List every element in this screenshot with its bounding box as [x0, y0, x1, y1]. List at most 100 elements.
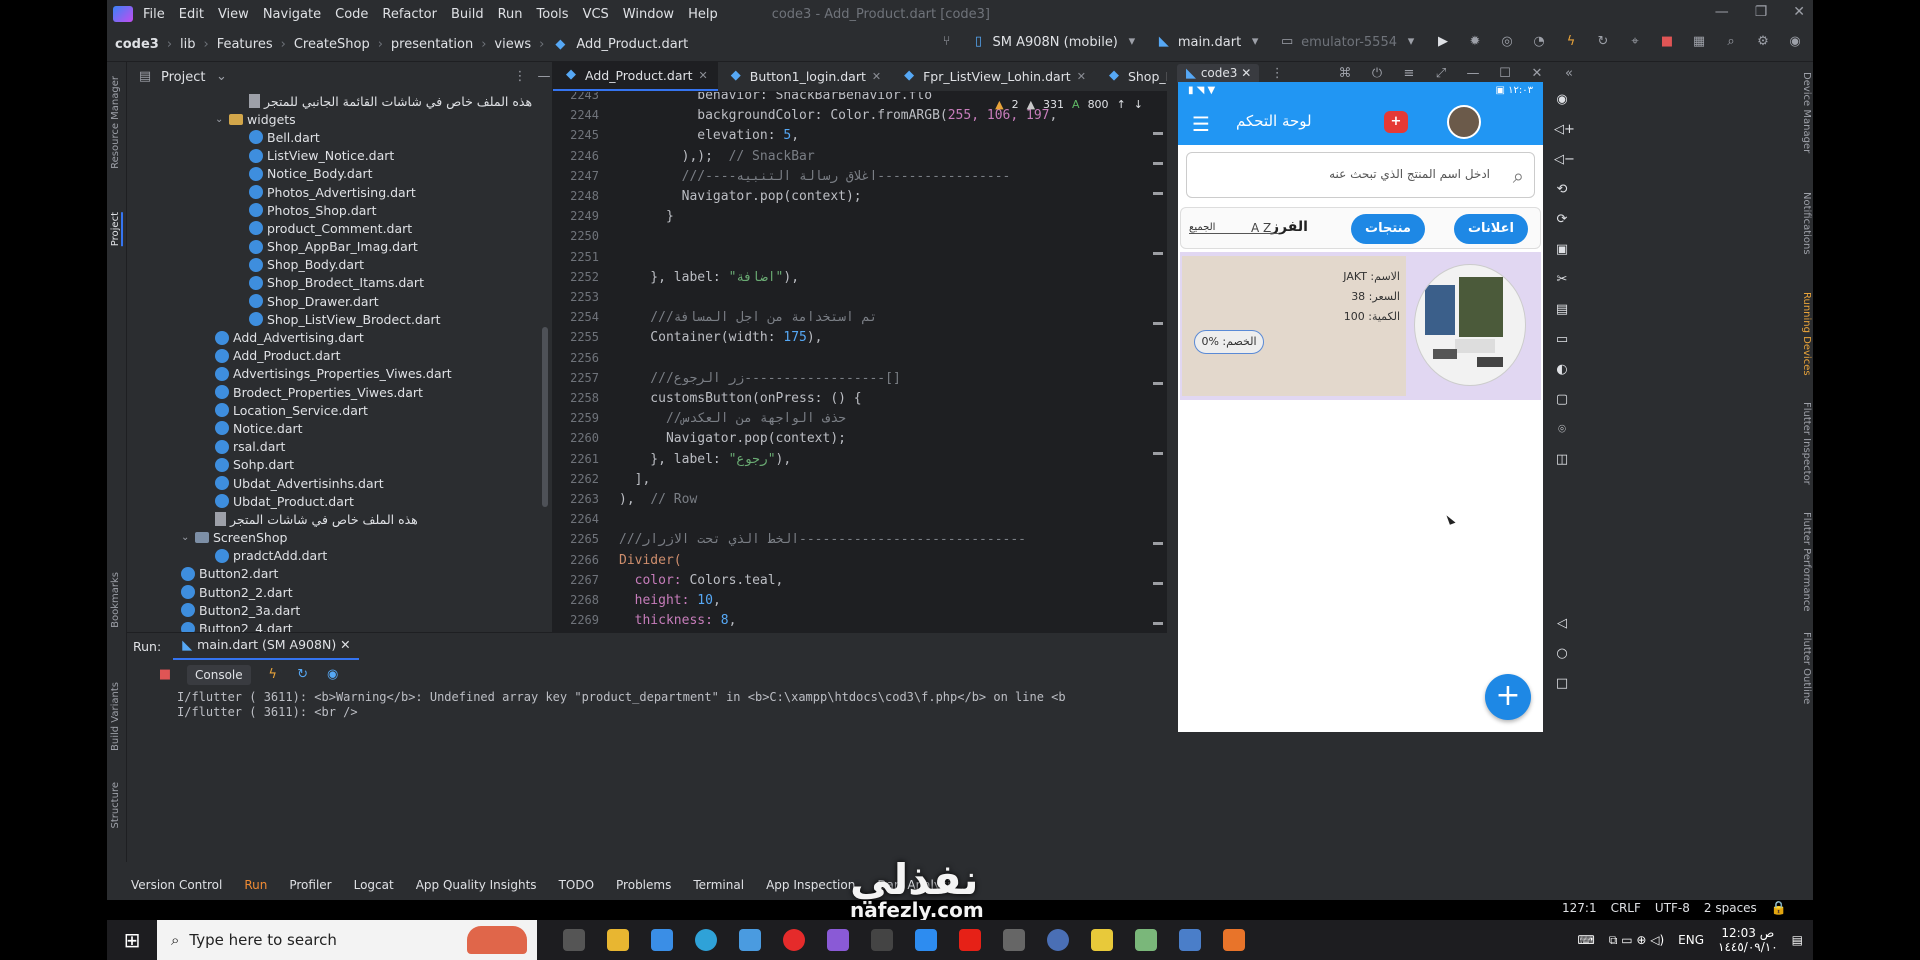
language-indicator[interactable]: ENG — [1678, 933, 1704, 947]
console-output[interactable]: I/flutter ( 3611): <b>Warning</b>: Undef… — [127, 690, 1167, 720]
overview-icon[interactable]: □ — [1554, 676, 1570, 692]
close-tab-icon[interactable]: ✕ — [699, 69, 708, 82]
code-line[interactable]: ], — [619, 472, 651, 487]
expand-arrow-icon[interactable]: ⌄ — [181, 532, 195, 543]
scroll-marker[interactable] — [1153, 542, 1163, 545]
console-tab[interactable]: Console — [187, 665, 251, 685]
tree-item[interactable]: Shop_Brodect_Itams.dart — [127, 274, 552, 292]
app-inspection-tab[interactable]: App Inspection — [766, 878, 855, 892]
structure-tab[interactable]: Structure — [110, 782, 121, 829]
menu-icon[interactable]: ≡ — [1401, 66, 1417, 82]
hot-reload-icon[interactable]: ϟ — [265, 667, 281, 683]
rotate-left-icon[interactable]: ⟲ — [1554, 182, 1570, 198]
debug-icon[interactable]: ✹ — [1467, 34, 1483, 50]
code-line[interactable]: behavior: SnackBarBehavior.flo — [619, 92, 932, 103]
scroll-marker[interactable] — [1153, 582, 1163, 585]
build-variants-tab[interactable]: Build Variants — [110, 682, 121, 751]
problems-tab[interactable]: Problems — [616, 878, 671, 892]
scroll-marker[interactable] — [1153, 322, 1163, 325]
flutter-outline-tab[interactable]: Flutter Outline — [1801, 632, 1812, 704]
hide-panel-icon[interactable]: — — [536, 69, 552, 85]
ads-chip[interactable]: اعلانات — [1454, 214, 1528, 244]
arrow-up-icon[interactable]: ↑ — [1117, 98, 1126, 111]
scroll-marker[interactable] — [1153, 252, 1163, 255]
rotate-right-icon[interactable]: ⟳ — [1554, 212, 1570, 228]
zoom-icon[interactable] — [915, 929, 937, 951]
todo-tab[interactable]: TODO — [559, 878, 594, 892]
tree-item[interactable]: ⌄ ScreenShop — [127, 529, 552, 547]
code-line[interactable]: //حذف الواجهة من العكدس — [619, 411, 846, 426]
editor-tab[interactable]: ◆ Button1_login.dart ✕ — [718, 62, 891, 91]
profile-icon[interactable]: ◔ — [1531, 34, 1547, 50]
minimize-icon[interactable]: — — [1715, 4, 1729, 20]
app-icon[interactable] — [1003, 929, 1025, 951]
tree-item[interactable]: Button2_3a.dart — [127, 601, 552, 619]
tree-item[interactable]: Add_Product.dart — [127, 347, 552, 365]
menu-view[interactable]: View — [218, 7, 249, 22]
breadcrumb-features[interactable]: Features — [217, 37, 273, 52]
run-icon[interactable]: ▶ — [1435, 34, 1451, 50]
indent-setting[interactable]: 2 spaces — [1704, 901, 1757, 917]
close-icon[interactable]: ✕ — [1793, 4, 1805, 20]
tree-item[interactable]: Ubdat_Product.dart — [127, 492, 552, 510]
tree-item[interactable]: Button2.dart — [127, 565, 552, 583]
editor-tab[interactable]: ◆ Add_Product.dart ✕ — [553, 62, 718, 91]
hot-reload-icon[interactable]: ϟ — [1563, 34, 1579, 50]
location-icon[interactable]: ⌾ — [1554, 422, 1570, 438]
code-line[interactable]: }, label: "اضافة"), — [619, 270, 799, 285]
layout-icon[interactable]: ▤ — [1554, 302, 1570, 318]
tree-item[interactable]: ⌄ widgets — [127, 110, 552, 128]
product-card[interactable]: الاسم: JAKT السعر: 38 الكمية: 100 الخصم:… — [1180, 252, 1541, 400]
app-icon[interactable] — [1091, 929, 1113, 951]
tree-item[interactable]: Notice_Body.dart — [127, 165, 552, 183]
scroll-marker[interactable] — [1153, 382, 1163, 385]
code-line[interactable]: elevation: 5, — [619, 128, 799, 143]
coverage-icon[interactable]: ◎ — [1499, 34, 1515, 50]
app-icon[interactable] — [739, 929, 761, 951]
scroll-marker[interactable] — [1153, 132, 1163, 135]
maximize-icon[interactable]: ☐ — [1497, 66, 1513, 82]
tree-item[interactable]: Brodect_Properties_Viwes.dart — [127, 383, 552, 401]
folder-icon[interactable]: ▢ — [1554, 392, 1570, 408]
attach-icon[interactable]: ⌖ — [1627, 34, 1643, 50]
code-line[interactable]: thickness: 8, — [619, 613, 737, 628]
flutter-performance-tab[interactable]: Flutter Performance — [1801, 512, 1812, 612]
close-tab-icon[interactable]: ✕ — [872, 70, 881, 83]
tree-item[interactable]: product_Comment.dart — [127, 219, 552, 237]
file-explorer-icon[interactable] — [607, 929, 629, 951]
tree-item[interactable]: Sohp.dart — [127, 456, 552, 474]
xampp-icon[interactable] — [1223, 929, 1245, 951]
breadcrumb-createshop[interactable]: CreateShop — [294, 37, 370, 52]
menu-window[interactable]: Window — [623, 7, 674, 22]
stop-icon[interactable]: ■ — [157, 667, 173, 683]
project-scrollbar[interactable] — [542, 327, 548, 507]
add-fab[interactable]: + — [1485, 674, 1531, 720]
vcs-icon[interactable]: ⑂ — [938, 34, 954, 50]
tray-icons[interactable]: ⧉ ▭ ⊕ ◁) — [1609, 933, 1664, 948]
tree-item[interactable]: Shop_AppBar_Imag.dart — [127, 238, 552, 256]
youtube-icon[interactable] — [959, 929, 981, 951]
editor-scroll-markers[interactable] — [1151, 122, 1165, 625]
stop-icon[interactable]: ■ — [1659, 34, 1675, 50]
code-line[interactable]: Divider( — [619, 553, 682, 568]
breadcrumb-views[interactable]: views — [494, 37, 531, 52]
tree-item[interactable]: Button2_2.dart — [127, 583, 552, 601]
tree-item[interactable]: Button2_4.dart — [127, 619, 552, 632]
scroll-marker[interactable] — [1153, 452, 1163, 455]
device-selector[interactable]: ▯ SM A908N (mobile) ▾ — [970, 34, 1139, 50]
hot-restart-icon[interactable]: ↻ — [295, 667, 311, 683]
code-line[interactable]: ), // Row — [619, 492, 697, 507]
tree-item[interactable]: ListView_Notice.dart — [127, 147, 552, 165]
file-encoding[interactable]: UTF-8 — [1655, 901, 1690, 917]
restore-icon[interactable]: ❐ — [1755, 4, 1768, 20]
scroll-marker[interactable] — [1153, 622, 1163, 625]
menu-code[interactable]: Code — [335, 7, 368, 22]
account-icon[interactable]: ◉ — [1787, 34, 1803, 50]
notifications-icon[interactable]: ▤ — [1792, 933, 1803, 947]
terminal-tab[interactable]: Terminal — [693, 878, 744, 892]
home-icon[interactable]: ○ — [1554, 646, 1570, 662]
profiler-tab[interactable]: Profiler — [289, 878, 331, 892]
app-quality-tab[interactable]: App Quality Insights — [416, 878, 537, 892]
code-line[interactable]: Navigator.pop(context); — [619, 189, 862, 204]
tree-item[interactable]: Bell.dart — [127, 128, 552, 146]
